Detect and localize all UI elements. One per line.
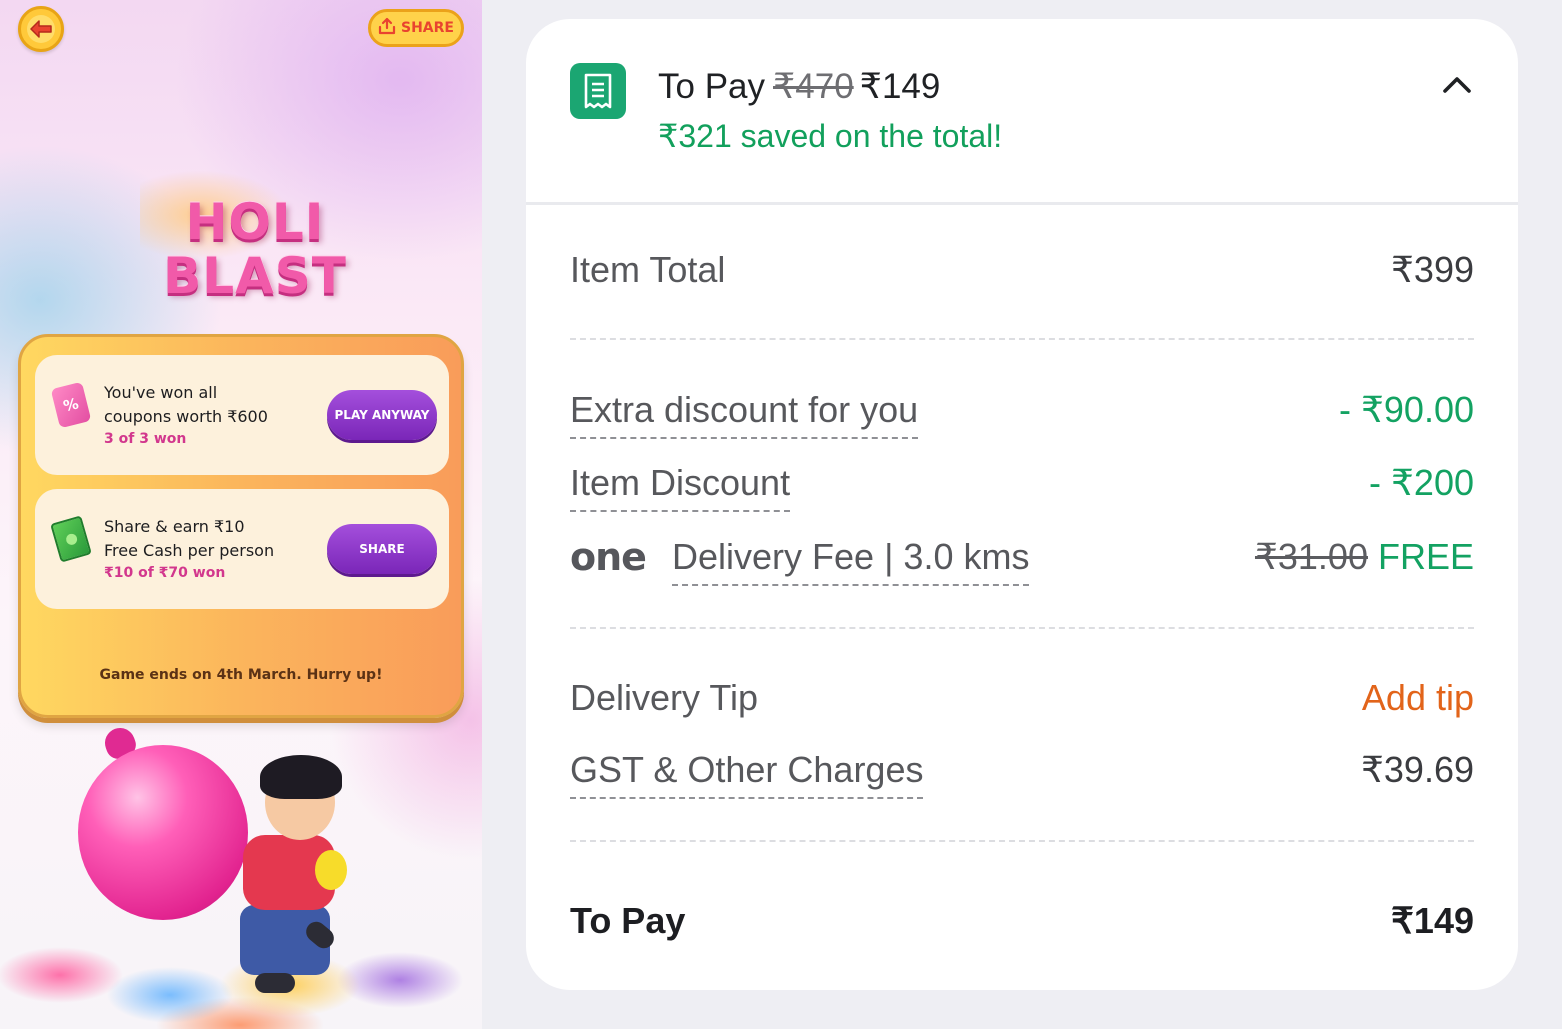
divider xyxy=(570,338,1474,340)
extra-discount-value: - ₹90.00 xyxy=(1339,389,1474,430)
game-end-note: Game ends on 4th March. Hurry up! xyxy=(99,667,383,683)
delivery-fee-label[interactable]: Delivery Fee | 3.0 kms xyxy=(672,532,1030,586)
reward-progress: ₹10 of ₹70 won xyxy=(104,565,226,581)
reward-line2: coupons worth ₹600 xyxy=(104,407,268,426)
bill-summary-header[interactable]: To Pay ₹470 ₹149 ₹321 saved on the total! xyxy=(526,19,1518,205)
item-discount-label[interactable]: Item Discount xyxy=(570,458,791,512)
delivery-fee-old: ₹31.00 xyxy=(1254,536,1368,577)
receipt-icon xyxy=(570,63,626,119)
play-anyway-button[interactable]: PLAY ANYWAY xyxy=(327,390,437,440)
one-membership-logo: one xyxy=(570,535,647,579)
delivery-tip-label: Delivery Tip xyxy=(570,677,759,718)
reward-line2: Free Cash per person xyxy=(104,541,275,560)
reward-progress: 3 of 3 won xyxy=(104,431,187,447)
add-tip-link[interactable]: Add tip xyxy=(1362,673,1474,723)
coupon-icon: % xyxy=(50,381,92,429)
upload-icon xyxy=(378,17,396,39)
chevron-up-icon[interactable] xyxy=(1440,69,1474,99)
extra-discount-label[interactable]: Extra discount for you xyxy=(570,385,919,439)
reward-row-share: Share & earn ₹10 Free Cash per person ₹1… xyxy=(35,489,449,609)
rewards-card: % You've won all coupons worth ₹600 3 of… xyxy=(18,334,464,718)
gst-row: GST & Other Charges ₹39.69 xyxy=(570,745,1474,801)
share-top-label: SHARE xyxy=(401,20,454,36)
holi-game-panel: SHARE HOLI BLAST % You've won all coupon… xyxy=(0,0,482,1029)
item-total-value: ₹399 xyxy=(1391,249,1474,290)
to-pay-label: To Pay xyxy=(658,67,765,106)
delivery-fee-free: FREE xyxy=(1377,536,1474,577)
gst-label[interactable]: GST & Other Charges xyxy=(570,745,924,799)
item-total-label: Item Total xyxy=(570,249,726,290)
delivery-fee-row: one Delivery Fee | 3.0 kms ₹31.00 FREE xyxy=(570,532,1474,588)
reward-row-coupons: % You've won all coupons worth ₹600 3 of… xyxy=(35,355,449,475)
bill-details-card: To Pay ₹470 ₹149 ₹321 saved on the total! … xyxy=(526,19,1518,990)
extra-discount-row: Extra discount for you - ₹90.00 xyxy=(570,385,1474,441)
back-button[interactable] xyxy=(18,6,64,52)
delivery-fee-value: ₹31.00 FREE xyxy=(1255,532,1474,582)
holi-blast-logo: HOLI BLAST xyxy=(163,193,347,305)
back-arrow-icon xyxy=(27,15,55,43)
original-price: ₹470 xyxy=(773,67,854,106)
share-earn-button[interactable]: SHARE xyxy=(327,524,437,574)
divider xyxy=(570,840,1474,842)
item-total-row: Item Total ₹399 xyxy=(570,245,1474,301)
delivery-tip-row: Delivery Tip Add tip xyxy=(570,673,1474,729)
reward-line1: Share & earn ₹10 xyxy=(104,517,245,536)
to-pay-total-label: To Pay xyxy=(570,900,686,941)
item-discount-value: - ₹200 xyxy=(1369,462,1474,503)
boy-illustration xyxy=(205,755,365,1005)
savings-text: ₹321 saved on the total! xyxy=(658,118,1003,154)
item-discount-row: Item Discount - ₹200 xyxy=(570,458,1474,514)
to-pay-total-value: ₹149 xyxy=(1391,900,1474,941)
to-pay-row: To Pay ₹149 xyxy=(570,896,1474,952)
divider xyxy=(570,627,1474,629)
final-price: ₹149 xyxy=(859,67,941,106)
reward-line1: You've won all xyxy=(104,383,218,402)
to-pay-summary: To Pay ₹470 ₹149 xyxy=(658,65,940,109)
share-top-button[interactable]: SHARE xyxy=(368,9,464,47)
gst-value: ₹39.69 xyxy=(1361,749,1474,790)
cash-icon xyxy=(50,515,92,563)
